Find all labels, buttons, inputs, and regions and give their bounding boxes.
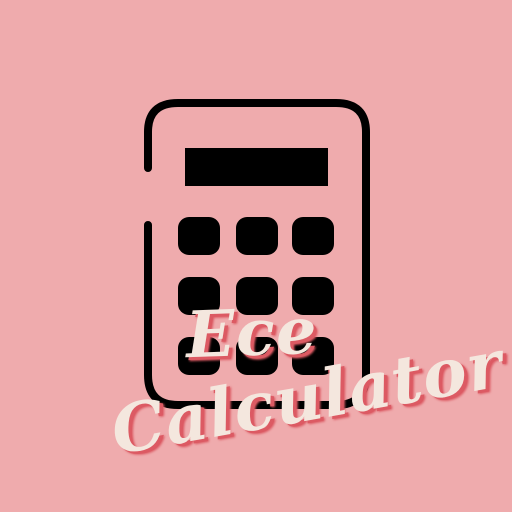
calculator-display	[185, 148, 328, 186]
calculator-key	[292, 217, 334, 255]
app-icon: Ece Calculator	[0, 0, 512, 512]
calculator-key	[236, 217, 278, 255]
calculator-key	[178, 217, 220, 255]
